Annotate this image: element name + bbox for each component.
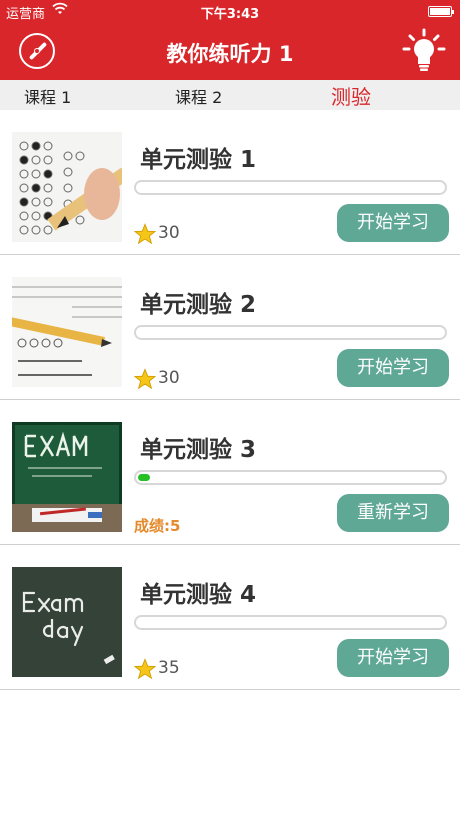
star-count: 30 (158, 223, 180, 243)
tab-bar: 课程 1 课程 2 测验 (0, 80, 460, 110)
restart-button[interactable]: 重新学习 (337, 494, 449, 532)
answer-sheet-thumbnail (12, 132, 122, 242)
quiz-list: 单元测验 1 30 开始学习 单元测验 2 30 开始学习 单元测验 3 成绩:… (0, 110, 460, 690)
start-button[interactable]: 开始学习 (337, 204, 449, 242)
battery-icon (428, 6, 454, 17)
start-button[interactable]: 开始学习 (337, 349, 449, 387)
quiz-title: 单元测验 4 (140, 582, 257, 608)
lightbulb-icon[interactable] (402, 28, 446, 72)
quiz-title: 单元测验 3 (140, 437, 257, 463)
list-item[interactable]: 单元测验 2 30 开始学习 (0, 255, 460, 400)
star-icon (134, 368, 156, 390)
progress-bar (134, 470, 447, 485)
quiz-title: 单元测验 2 (140, 292, 257, 318)
exam-chalkboard-thumbnail (12, 422, 122, 532)
progress-bar (134, 180, 447, 195)
progress-bar (134, 615, 447, 630)
exam-day-chalkboard-thumbnail (12, 567, 122, 677)
star-count: 35 (158, 658, 180, 678)
start-button[interactable]: 开始学习 (337, 639, 449, 677)
nav-bar: 教你练听力 1 (0, 22, 460, 80)
star-icon (134, 223, 156, 245)
progress-bar (134, 325, 447, 340)
star-count: 30 (158, 368, 180, 388)
tab-quiz[interactable]: 测验 (331, 81, 371, 110)
tab-course-2[interactable]: 课程 2 (175, 84, 222, 108)
star-icon (134, 658, 156, 680)
status-bar: 运营商 下午3:43 (0, 0, 460, 22)
clock: 下午3:43 (200, 7, 260, 22)
list-item[interactable]: 单元测验 1 30 开始学习 (0, 110, 460, 255)
tab-course-1[interactable]: 课程 1 (24, 84, 71, 108)
list-item[interactable]: 单元测验 3 成绩:5 重新学习 (0, 400, 460, 545)
page-title: 教你练听力 1 (166, 42, 294, 66)
grade-label: 成绩:5 (134, 517, 181, 535)
quiz-title: 单元测验 1 (140, 147, 257, 173)
booklet-thumbnail (12, 277, 122, 387)
list-item[interactable]: 单元测验 4 35 开始学习 (0, 545, 460, 690)
